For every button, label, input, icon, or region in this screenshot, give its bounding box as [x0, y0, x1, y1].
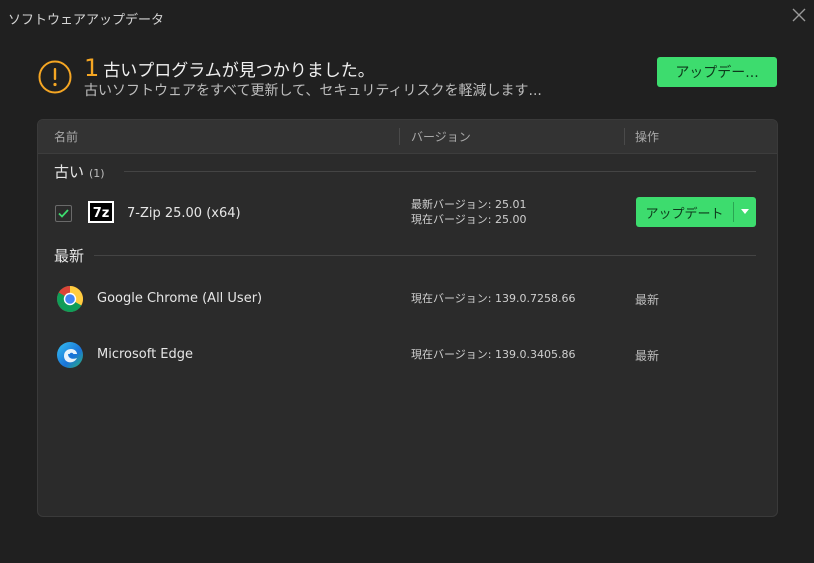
- status-badge: 最新: [635, 349, 660, 363]
- warning-icon: [38, 60, 72, 94]
- column-version[interactable]: バージョン: [411, 128, 471, 145]
- update-button[interactable]: アップデート: [636, 197, 733, 227]
- table-row: Google Chrome (All User) 現在バージョン: 139.0.…: [38, 282, 777, 316]
- column-separator: [399, 128, 400, 145]
- software-list-panel: 名前 バージョン 操作 古い (1) 7z 7-Zip 25.00 (x64) …: [37, 119, 778, 517]
- outdated-count: 1: [84, 54, 100, 82]
- close-button[interactable]: [790, 6, 808, 24]
- app-name: 7-Zip 25.00 (x64): [127, 206, 241, 221]
- summary-headline: 1 古いプログラムが見つかりました。: [84, 54, 375, 82]
- group-outdated-count: (1): [89, 167, 105, 180]
- status-badge: 最新: [635, 293, 660, 307]
- table-row: 7z 7-Zip 25.00 (x64) 最新バージョン: 25.01 現在バー…: [38, 194, 777, 234]
- select-checkbox[interactable]: [55, 205, 72, 222]
- 7zip-icon: 7z: [88, 201, 114, 223]
- summary-subtitle: 古いソフトウェアをすべて更新して、セキュリティリスクを軽減します...: [84, 83, 542, 99]
- close-icon: [792, 8, 806, 22]
- app-name: Microsoft Edge: [97, 347, 194, 362]
- group-latest-title: 最新: [54, 247, 85, 265]
- update-dropdown-button[interactable]: [734, 197, 756, 227]
- title-bar: ソフトウェアアップデータ: [0, 0, 814, 34]
- caret-down-icon: [741, 209, 749, 214]
- update-all-button[interactable]: アップデー...: [657, 57, 777, 87]
- column-header: 名前 バージョン 操作: [38, 120, 777, 154]
- app-name: Google Chrome (All User): [97, 291, 263, 306]
- column-separator: [624, 128, 625, 145]
- window-title: ソフトウェアアップデータ: [8, 13, 165, 28]
- group-outdated-title: 古い: [54, 163, 85, 181]
- chrome-icon: [56, 286, 84, 313]
- current-version: 現在バージョン: 25.00: [411, 213, 527, 226]
- column-name[interactable]: 名前: [54, 128, 78, 145]
- checkmark-icon: [58, 209, 69, 218]
- group-divider: [124, 171, 756, 172]
- group-latest-label: 最新: [54, 245, 84, 266]
- current-version: 現在バージョン: 139.0.3405.86: [411, 348, 576, 361]
- group-divider: [94, 255, 756, 256]
- group-outdated-label: 古い (1): [54, 161, 105, 182]
- edge-icon: [57, 342, 83, 368]
- update-split-button: アップデート: [636, 197, 756, 227]
- latest-version: 最新バージョン: 25.01: [411, 198, 527, 211]
- table-row: Microsoft Edge 現在バージョン: 139.0.3405.86 最新: [38, 338, 777, 372]
- column-action[interactable]: 操作: [635, 128, 659, 145]
- svg-text:7z: 7z: [93, 206, 110, 221]
- current-version: 現在バージョン: 139.0.7258.66: [411, 292, 576, 305]
